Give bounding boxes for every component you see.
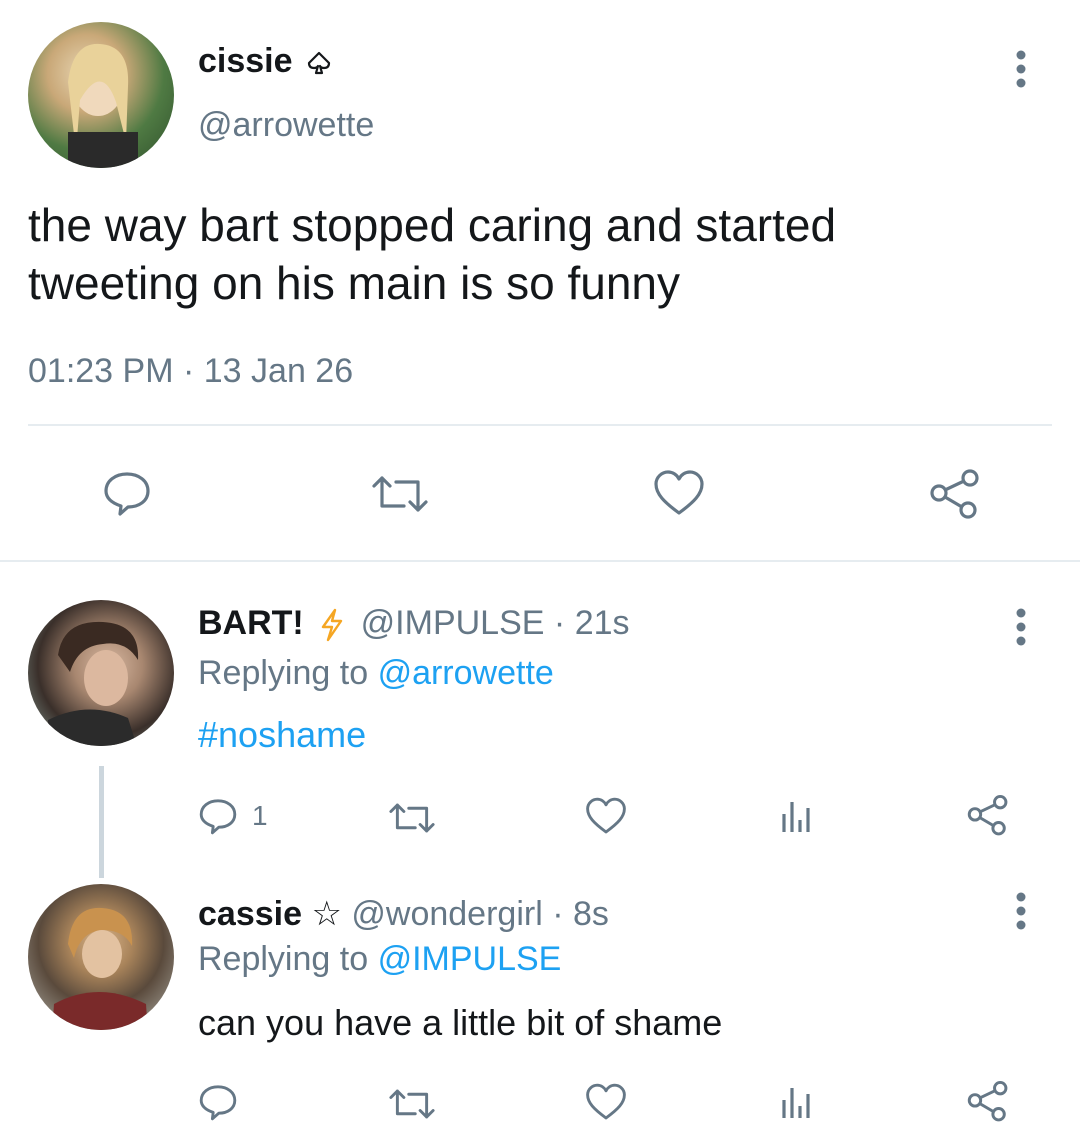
- retweet-icon[interactable]: [368, 472, 432, 516]
- more-icon[interactable]: [1010, 608, 1032, 646]
- reply-count: 1: [252, 800, 268, 831]
- like-icon[interactable]: [652, 468, 706, 518]
- divider: [0, 560, 1080, 562]
- reply-handle[interactable]: @IMPULSE: [361, 604, 545, 642]
- tweet-date: 13 Jan 26: [203, 352, 354, 390]
- reply-age: 8s: [573, 895, 609, 933]
- hashtag-link[interactable]: #noshame: [198, 714, 366, 756]
- reply-icon[interactable]: [102, 468, 152, 518]
- author-name[interactable]: cissie: [198, 42, 332, 81]
- reply-text: can you have a little bit of shame: [198, 1002, 723, 1043]
- display-name[interactable]: cissie: [198, 42, 293, 80]
- like-icon[interactable]: [584, 796, 628, 836]
- like-icon[interactable]: [584, 1082, 628, 1122]
- tweet-text-line: the way bart stopped caring and started: [28, 199, 837, 251]
- display-name[interactable]: BART!: [198, 604, 304, 642]
- reply-handle[interactable]: @wondergirl: [351, 895, 542, 933]
- analytics-icon[interactable]: [778, 1084, 814, 1120]
- share-icon[interactable]: [966, 1080, 1010, 1124]
- divider: [28, 424, 1052, 426]
- tweet-text: the way bart stopped caring and started …: [28, 196, 836, 312]
- tweet-timestamp: 01:23 PM · 13 Jan 26: [28, 352, 353, 391]
- share-icon[interactable]: [966, 794, 1010, 838]
- reply-age: 21s: [574, 604, 630, 642]
- avatar-cassie[interactable]: [28, 884, 174, 1030]
- reply-header: BART! @IMPULSE · 21s: [198, 604, 630, 643]
- avatar-cissie[interactable]: [28, 22, 174, 168]
- replying-prefix: Replying to: [198, 654, 369, 692]
- spade-icon: [306, 50, 332, 76]
- reply-icon[interactable]: [198, 1082, 238, 1122]
- thread-line: [99, 766, 104, 878]
- author-handle[interactable]: @arrowette: [198, 106, 374, 145]
- separator: ·: [552, 895, 564, 933]
- retweet-icon[interactable]: [386, 1086, 438, 1122]
- more-icon[interactable]: [1010, 50, 1032, 88]
- replying-to-link[interactable]: @IMPULSE: [378, 940, 562, 978]
- separator: ·: [182, 352, 195, 390]
- analytics-icon[interactable]: [778, 798, 814, 834]
- tweet-text-line: tweeting on his main is so funny: [28, 257, 681, 309]
- replying-to: Replying to @IMPULSE: [198, 940, 561, 979]
- replying-to-link[interactable]: @arrowette: [378, 654, 554, 692]
- replying-to: Replying to @arrowette: [198, 654, 554, 693]
- separator: ·: [553, 604, 566, 642]
- more-icon[interactable]: [1010, 892, 1032, 930]
- tweet-time: 01:23 PM: [28, 352, 174, 390]
- reply-icon[interactable]: [198, 796, 238, 836]
- replying-prefix: Replying to: [198, 940, 369, 978]
- share-icon[interactable]: [928, 468, 982, 522]
- display-name[interactable]: cassie: [198, 895, 302, 933]
- avatar-bart[interactable]: [28, 600, 174, 746]
- reply-header: cassie ☆ @wondergirl · 8s: [198, 894, 609, 934]
- retweet-icon[interactable]: [386, 800, 438, 836]
- lightning-icon: [319, 608, 345, 642]
- star-badge: ☆: [311, 895, 342, 933]
